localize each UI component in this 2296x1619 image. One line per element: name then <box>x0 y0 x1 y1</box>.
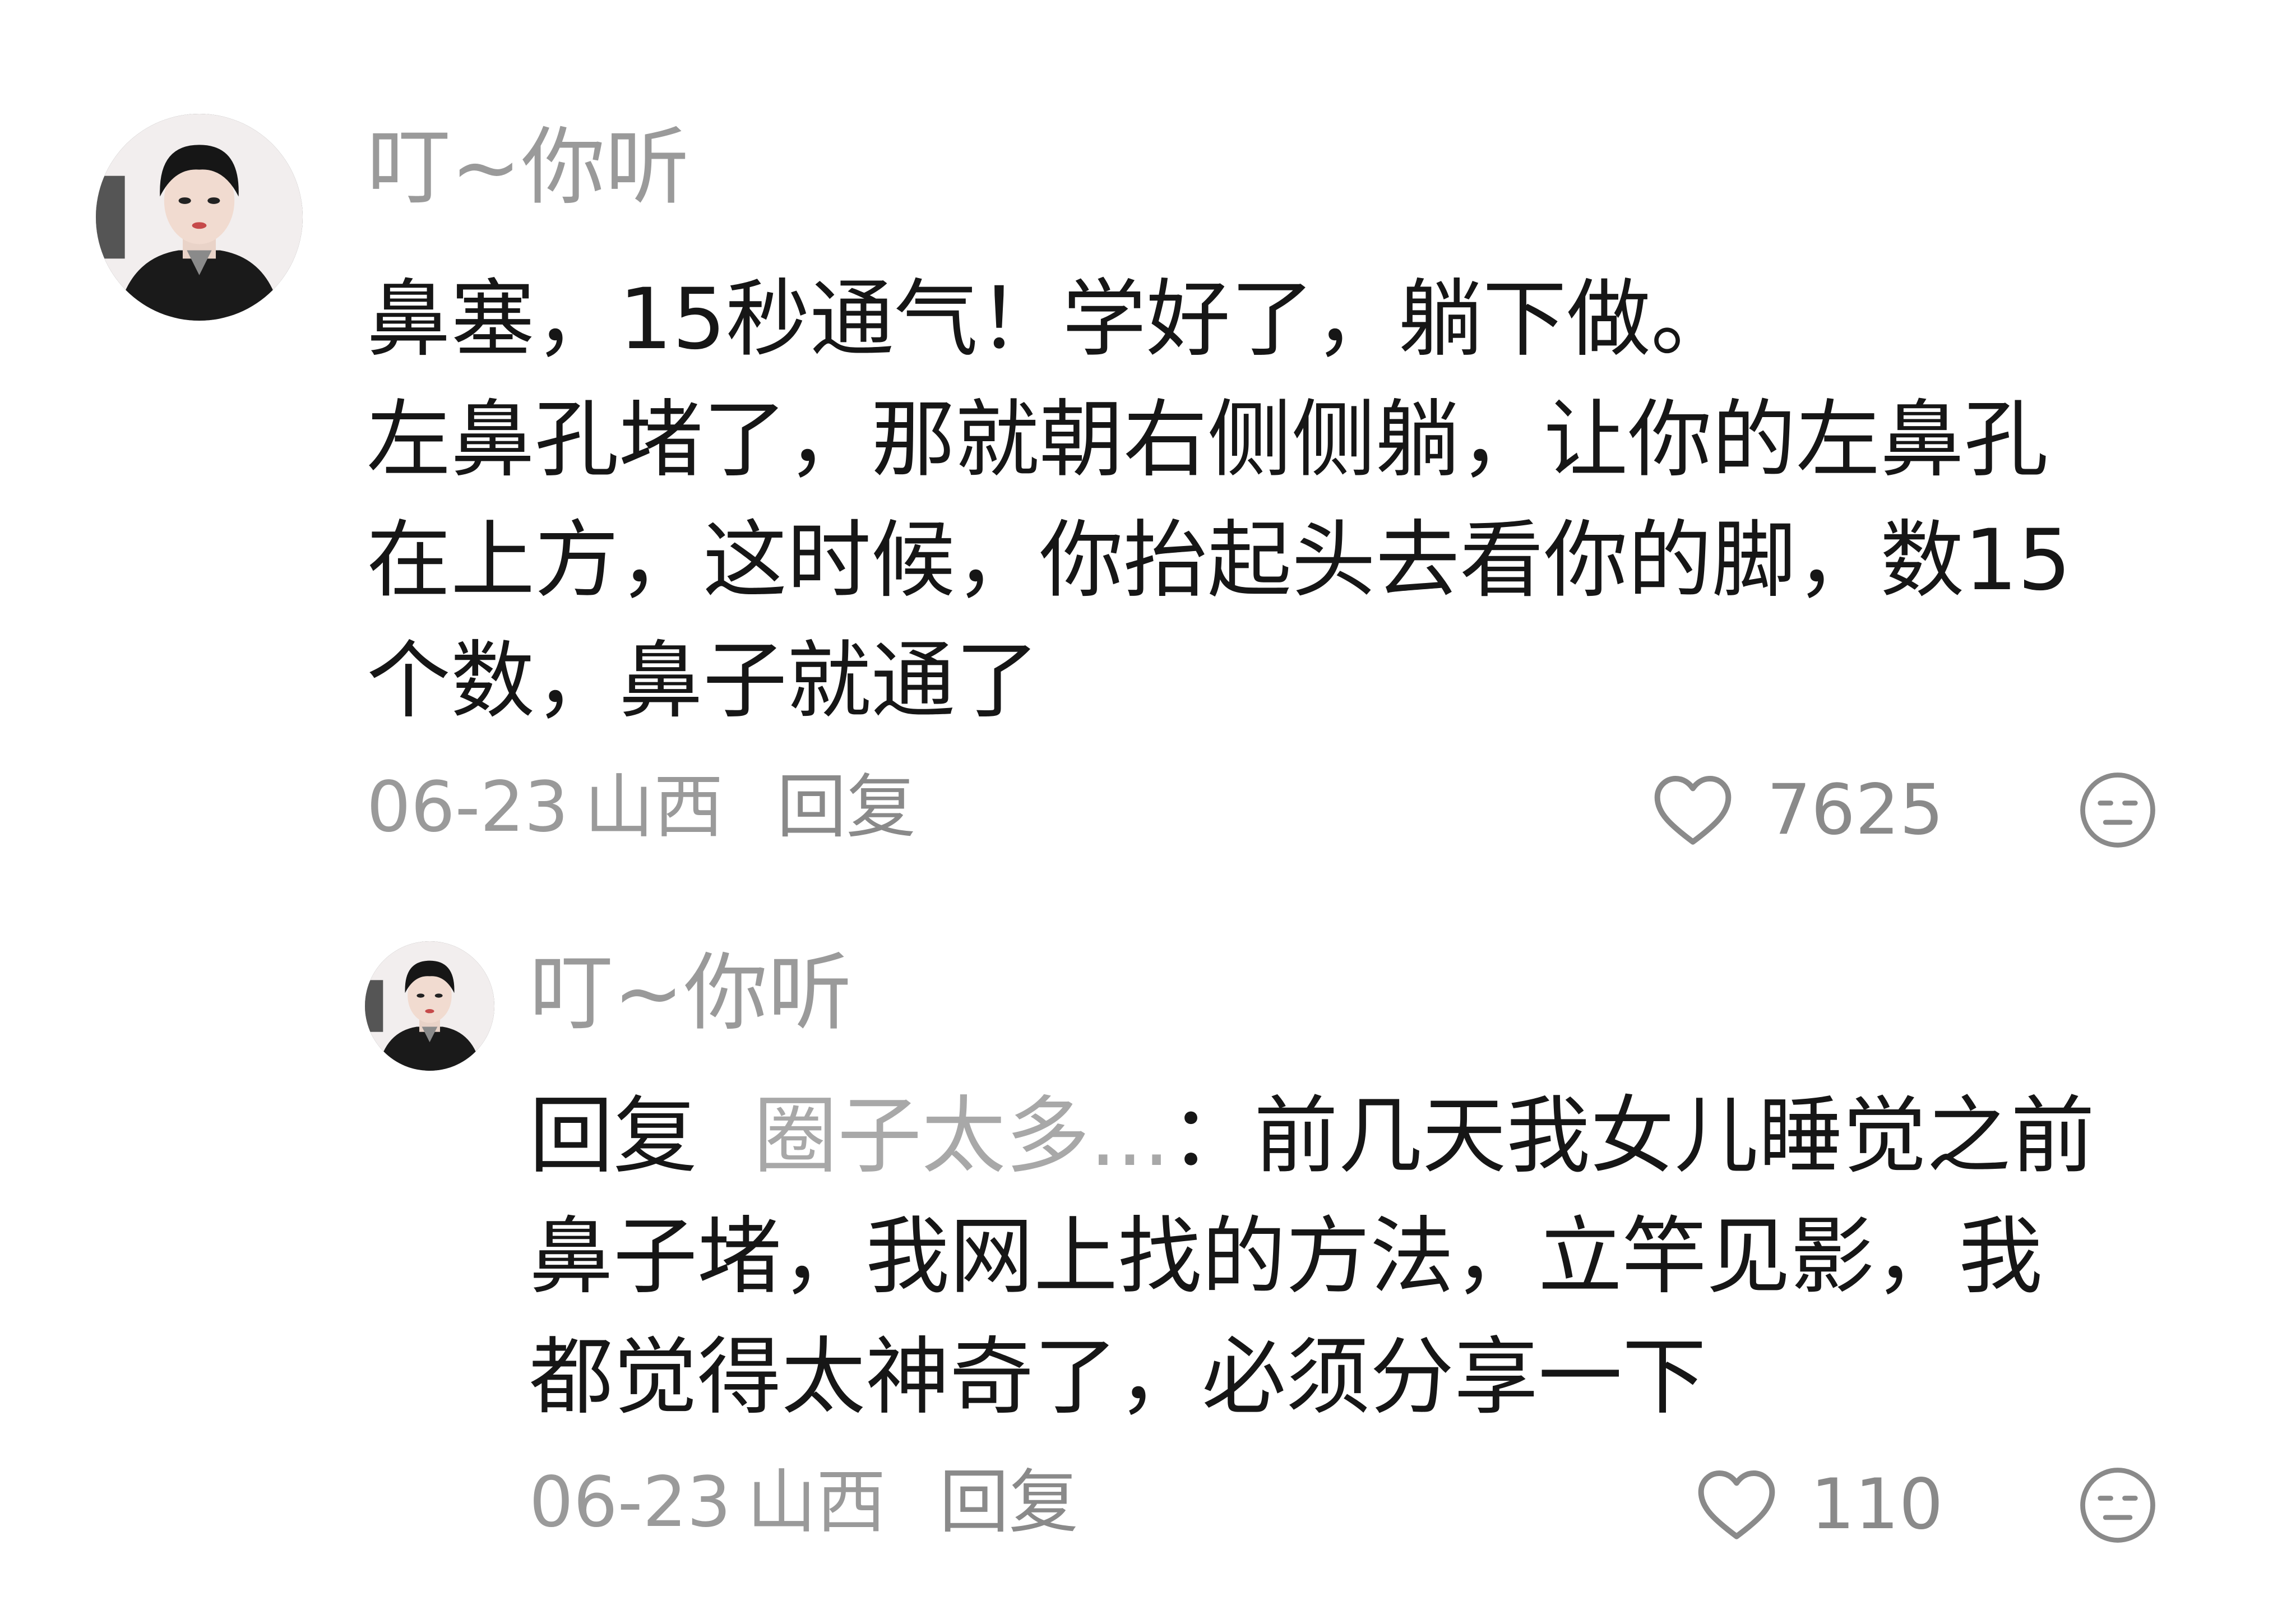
heart-outline-icon <box>1698 1470 1775 1539</box>
reply-colon: ： <box>1170 1088 1255 1185</box>
avatar-portrait-image <box>365 941 494 1071</box>
heart-outline-icon <box>1654 776 1732 845</box>
comment-date: 06-23 <box>367 767 569 848</box>
reply-avatar[interactable] <box>365 941 494 1071</box>
comment-text: 鼻塞，15秒通气！学好了，躺下做。 左鼻孔堵了，那就朝右侧侧躺，让你的左鼻孔 在… <box>367 260 2177 742</box>
comment-username[interactable]: 叮~你听 <box>367 126 689 210</box>
reply-target-user[interactable]: 圈子太多... <box>753 1088 1170 1185</box>
reply-button[interactable]: 回复 <box>777 767 916 848</box>
dislike-button[interactable] <box>2076 1463 2160 1547</box>
like-button[interactable]: 110 <box>1692 1460 1943 1549</box>
reply-text-line: 鼻子堵，我网上找的方法，立竿见影，我 <box>529 1208 2043 1306</box>
comment-text-line: 鼻塞，15秒通气！学好了，躺下做。 <box>367 271 1735 368</box>
comment-text-line: 个数，鼻子就通了 <box>367 632 1040 730</box>
like-button[interactable]: 7625 <box>1648 765 1944 855</box>
comment-meta: 06-23 山西 回复 <box>367 768 916 846</box>
comment-text-line: 左鼻孔堵了，那就朝右侧侧躺，让你的左鼻孔 <box>367 391 2049 489</box>
reply-text-line: 回复 圈子太多...：前几天我女儿睡觉之前 <box>529 1076 2177 1197</box>
comment-text-line: 在上方，这时候，你抬起头去看你的脚，数15 <box>367 512 2071 609</box>
reply-text: 回复 圈子太多...：前几天我女儿睡觉之前 鼻子堵，我网上找的方法，立竿见影，我 … <box>529 1076 2177 1438</box>
like-count: 110 <box>1811 1464 1943 1545</box>
reply-text-first: 前几天我女儿睡觉之前 <box>1254 1088 2095 1185</box>
reply-meta: 06-23 山西 回复 <box>529 1463 1078 1542</box>
comment-location: 山西 <box>584 767 724 848</box>
like-count: 7625 <box>1767 770 1944 850</box>
reply-text-line: 都觉得太神奇了，必须分享一下 <box>529 1329 1707 1426</box>
avatar-portrait-image <box>96 114 303 321</box>
reply-date: 06-23 <box>529 1462 732 1543</box>
comment-avatar[interactable] <box>96 114 303 321</box>
reply-username[interactable]: 叮~你听 <box>529 951 852 1035</box>
reply-button[interactable]: 回复 <box>939 1462 1078 1543</box>
reply-location: 山西 <box>747 1462 886 1543</box>
reply-prefix: 回复 <box>529 1088 698 1185</box>
unamused-face-icon <box>2080 1468 2155 1543</box>
dislike-button[interactable] <box>2076 768 2160 852</box>
unamused-face-icon <box>2080 773 2155 848</box>
